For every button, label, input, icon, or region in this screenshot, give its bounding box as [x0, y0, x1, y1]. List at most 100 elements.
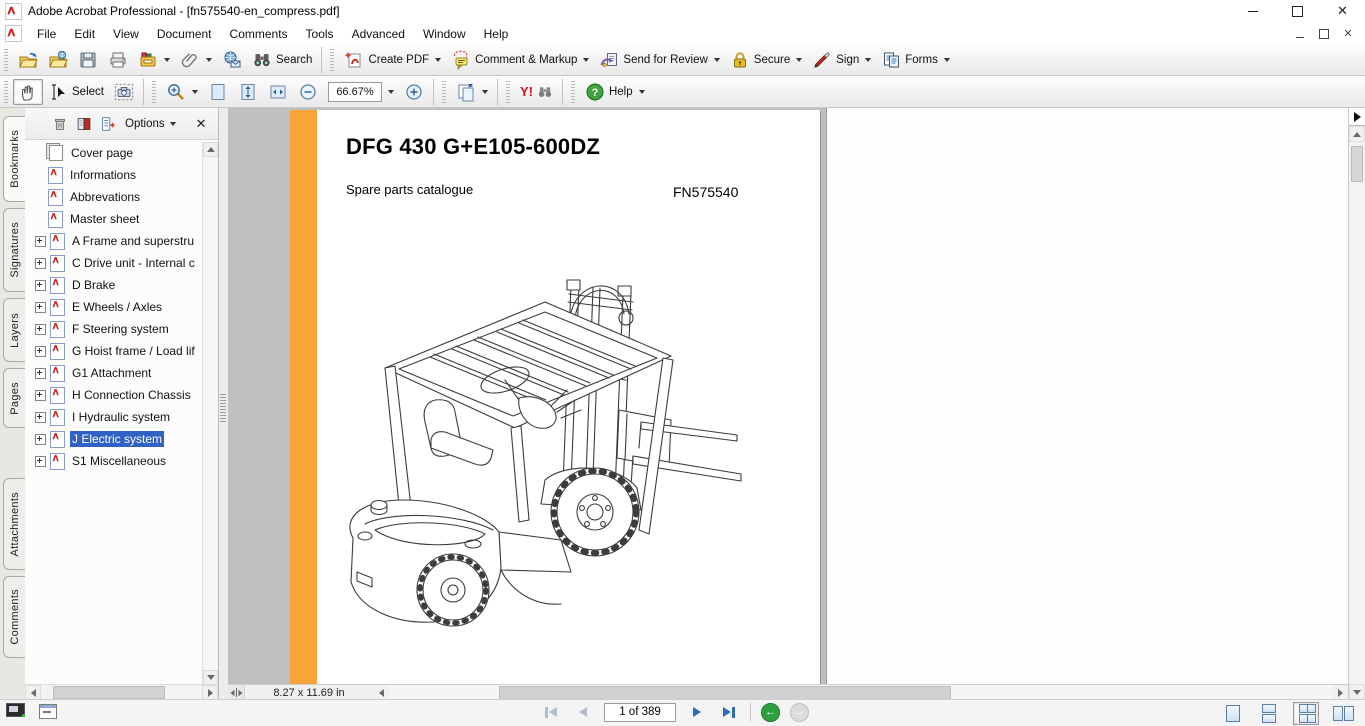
- bookmark-item-c-drive-unit[interactable]: C Drive unit - Internal c: [25, 252, 203, 274]
- organizer-dropdown-arrow[interactable]: [164, 58, 170, 62]
- bookmark-label[interactable]: E Wheels / Axles: [70, 299, 164, 315]
- scroll-down-icon[interactable]: [203, 670, 218, 685]
- bookmark-item-abbrevations[interactable]: Abbrevations: [25, 186, 203, 208]
- bookmark-item-h-connection-chassis[interactable]: H Connection Chassis: [25, 384, 203, 406]
- bookmark-label[interactable]: H Connection Chassis: [70, 387, 193, 403]
- tab-bookmarks[interactable]: Bookmarks: [3, 116, 25, 202]
- help-dropdown-arrow[interactable]: [639, 90, 645, 94]
- expand-plus-icon[interactable]: [35, 236, 46, 247]
- zoom-out-button[interactable]: [293, 79, 323, 105]
- expand-plus-icon[interactable]: [35, 390, 46, 401]
- sign-dropdown-arrow[interactable]: [865, 58, 871, 62]
- bookmark-item-d-brake[interactable]: D Brake: [25, 274, 203, 296]
- window-mode-icon[interactable]: [39, 704, 57, 719]
- next-page-button[interactable]: [686, 702, 708, 722]
- bookmark-label[interactable]: F Steering system: [70, 321, 171, 337]
- zoom-in-button[interactable]: [399, 79, 429, 105]
- bookmark-item-master-sheet[interactable]: Master sheet: [25, 208, 203, 230]
- tab-signatures[interactable]: Signatures: [3, 208, 25, 292]
- scrollbar-track[interactable]: [389, 685, 1332, 700]
- expand-plus-icon[interactable]: [35, 368, 46, 379]
- previous-page-button[interactable]: [572, 702, 594, 722]
- scroll-down-icon[interactable]: [1349, 684, 1365, 700]
- scroll-right-icon[interactable]: [202, 685, 218, 700]
- expand-plus-icon[interactable]: [35, 258, 46, 269]
- expand-plus-icon[interactable]: [35, 280, 46, 291]
- scroll-up-icon[interactable]: [203, 142, 218, 157]
- scrollbar-thumb[interactable]: [53, 686, 165, 699]
- bookmark-label[interactable]: C Drive unit - Internal c: [70, 255, 197, 271]
- options-menu[interactable]: Options: [125, 118, 176, 130]
- single-page-layout-icon[interactable]: [1221, 703, 1245, 724]
- fit-page-button[interactable]: [203, 79, 233, 105]
- bookmark-label[interactable]: I Hydraulic system: [70, 409, 172, 425]
- bookmark-label[interactable]: D Brake: [70, 277, 117, 293]
- bookmark-label[interactable]: G Hoist frame / Load lif: [70, 343, 197, 359]
- first-page-button[interactable]: [540, 702, 562, 722]
- email-button[interactable]: [217, 47, 247, 73]
- next-view-button[interactable]: →: [790, 703, 809, 722]
- last-page-button[interactable]: [718, 702, 740, 722]
- zoom-level-combo[interactable]: 66.67%: [323, 79, 399, 105]
- continuous-facing-layout-icon[interactable]: [1293, 702, 1319, 725]
- bookmark-item-j-electric-selected[interactable]: J Electric system: [25, 428, 203, 450]
- select-tool-button[interactable]: Select: [43, 79, 109, 105]
- screen-mode-icon[interactable]: [6, 703, 25, 719]
- delete-bookmark-icon[interactable]: [51, 115, 69, 133]
- mdi-restore-button[interactable]: [1317, 27, 1331, 40]
- bookmark-label[interactable]: G1 Attachment: [70, 365, 153, 381]
- bookmark-item-informations[interactable]: Informations: [25, 164, 203, 186]
- bookmark-label[interactable]: Informations: [68, 167, 138, 183]
- bookmark-item-f-steering[interactable]: F Steering system: [25, 318, 203, 340]
- menu-window[interactable]: Window: [414, 27, 475, 41]
- search-button[interactable]: Search: [247, 47, 317, 73]
- zoom-dropdown-arrow[interactable]: [192, 90, 198, 94]
- open-button[interactable]: [13, 47, 43, 73]
- page-display-button[interactable]: [451, 79, 493, 105]
- menu-document[interactable]: Document: [148, 27, 221, 41]
- mdi-close-button[interactable]: ✕: [1341, 27, 1355, 40]
- mdi-minimize-button[interactable]: [1293, 27, 1307, 40]
- pane-splitter-button[interactable]: [228, 685, 245, 700]
- bookmark-label[interactable]: A Frame and superstru: [70, 233, 196, 249]
- scroll-up-icon[interactable]: [1349, 126, 1365, 142]
- snapshot-button[interactable]: [109, 79, 139, 105]
- save-button[interactable]: [73, 47, 103, 73]
- menu-view[interactable]: View: [104, 27, 148, 41]
- create-pdf-button[interactable]: Create PDF: [339, 47, 446, 73]
- page-display-dropdown-arrow[interactable]: [482, 90, 488, 94]
- bookmark-label[interactable]: S1 Miscellaneous: [70, 453, 168, 469]
- create-pdf-dropdown-arrow[interactable]: [435, 58, 441, 62]
- print-button[interactable]: [103, 47, 133, 73]
- bookmark-item-i-hydraulic[interactable]: I Hydraulic system: [25, 406, 203, 428]
- sign-button[interactable]: Sign: [807, 47, 876, 73]
- scroll-left-icon[interactable]: [373, 685, 389, 700]
- bookmark-item-a-frame[interactable]: A Frame and superstru: [25, 230, 203, 252]
- minimize-button[interactable]: [1230, 0, 1275, 22]
- continuous-layout-icon[interactable]: [1257, 703, 1281, 724]
- show-panel-arrow-button[interactable]: [1349, 108, 1365, 126]
- panel-close-icon[interactable]: ✕: [196, 116, 207, 132]
- bookmark-item-g1-attachment[interactable]: G1 Attachment: [25, 362, 203, 384]
- zoom-tool-button[interactable]: [161, 79, 203, 105]
- expand-plus-icon[interactable]: [35, 434, 46, 445]
- menu-advanced[interactable]: Advanced: [343, 27, 414, 41]
- new-bookmark-icon[interactable]: [99, 115, 117, 133]
- secure-button[interactable]: Secure: [725, 47, 807, 73]
- tab-layers[interactable]: Layers: [3, 298, 25, 362]
- bookmarks-vertical-scrollbar[interactable]: [202, 142, 218, 685]
- previous-view-button[interactable]: ←: [761, 703, 780, 722]
- yahoo-search-button[interactable]: Y!: [515, 81, 558, 103]
- fit-height-button[interactable]: [233, 79, 263, 105]
- hand-tool-button[interactable]: [13, 79, 43, 105]
- document-pane[interactable]: DFG 430 G+E105-600DZ Spare parts catalog…: [228, 108, 1348, 700]
- bookmark-label[interactable]: Abbrevations: [68, 189, 142, 205]
- attach-dropdown-arrow[interactable]: [206, 58, 212, 62]
- tab-attachments[interactable]: Attachments: [3, 478, 25, 570]
- expand-plus-icon[interactable]: [35, 412, 46, 423]
- bookmark-item-g-hoist-frame[interactable]: G Hoist frame / Load lif: [25, 340, 203, 362]
- forms-dropdown-arrow[interactable]: [944, 58, 950, 62]
- send-review-dropdown-arrow[interactable]: [714, 58, 720, 62]
- open-web-button[interactable]: [43, 47, 73, 73]
- tab-pages[interactable]: Pages: [3, 368, 25, 428]
